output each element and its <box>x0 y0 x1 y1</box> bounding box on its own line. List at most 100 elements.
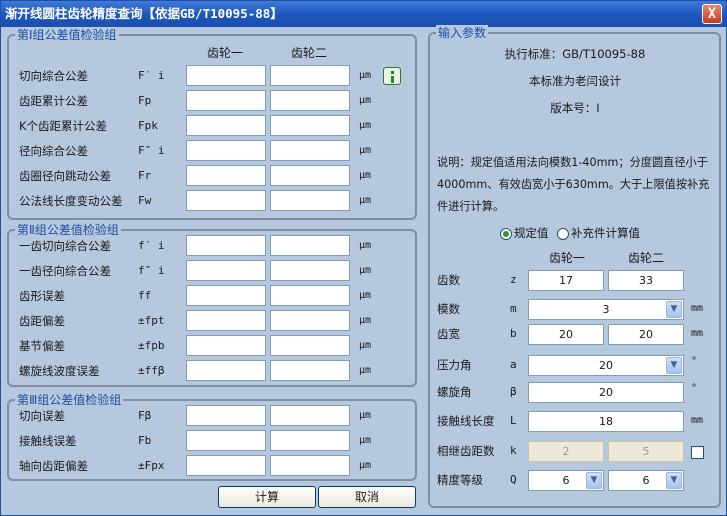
teeth-symbol: z <box>510 273 517 286</box>
row-symbol: ±ffβ <box>138 364 165 377</box>
width-gear2-input[interactable]: 20 <box>608 324 684 345</box>
gear1-value-field[interactable] <box>186 235 266 256</box>
gear1-value-field[interactable] <box>186 165 266 186</box>
chevron-down-icon[interactable]: ▼ <box>666 301 682 318</box>
chevron-down-icon[interactable]: ▼ <box>666 357 682 374</box>
gear2-value-field[interactable] <box>270 455 350 476</box>
radio-spec[interactable] <box>500 228 512 240</box>
gear1-value-field[interactable] <box>186 115 266 136</box>
gear1-value-field[interactable] <box>186 140 266 161</box>
row-label: 切向误差 <box>19 409 65 423</box>
row-label: 切向综合公差 <box>19 69 88 83</box>
width-symbol: b <box>510 327 517 340</box>
row-unit: μm <box>359 365 372 376</box>
gear1-value-field[interactable] <box>186 455 266 476</box>
gear2-value-field[interactable] <box>270 285 350 306</box>
span-gear2-input[interactable]: 5 <box>608 441 684 462</box>
gear1-value-field[interactable] <box>186 310 266 331</box>
row-label: 接触线误差 <box>19 434 77 448</box>
row-unit: μm <box>359 435 372 446</box>
gear2-value-field[interactable] <box>270 165 350 186</box>
grade-gear1-value: 6 <box>562 474 570 487</box>
row-label: 公法线长度变动公差 <box>19 194 123 208</box>
gear2-value-field[interactable] <box>270 235 350 256</box>
row-unit: μm <box>359 290 372 301</box>
chevron-down-icon[interactable]: ▼ <box>586 472 602 489</box>
contact-input[interactable]: 18 <box>528 411 684 432</box>
param-header-gear2: 齿轮二 <box>628 251 665 265</box>
gear2-value-field[interactable] <box>270 190 350 211</box>
row-label: 齿距累计公差 <box>19 94 88 108</box>
row-label: 齿形误差 <box>19 289 65 303</box>
row-symbol: Fb <box>138 434 152 447</box>
row-symbol: ff <box>138 289 152 302</box>
row-symbol: F″ i <box>138 144 165 157</box>
grade-label: 精度等级 <box>437 473 483 487</box>
row-unit: μm <box>359 95 372 106</box>
gear2-value-field[interactable] <box>270 430 350 451</box>
gear1-value-field[interactable] <box>186 65 266 86</box>
cancel-button[interactable]: 取消 <box>318 486 416 508</box>
gear2-value-field[interactable] <box>270 65 350 86</box>
gear2-value-field[interactable] <box>270 115 350 136</box>
info-icon[interactable] <box>383 67 401 85</box>
chevron-down-icon[interactable]: ▼ <box>666 472 682 489</box>
row-unit: μm <box>359 240 372 251</box>
row-unit: μm <box>359 145 372 156</box>
width-gear1-input[interactable]: 20 <box>528 324 604 345</box>
grade-gear1-select[interactable]: 6 ▼ <box>528 470 604 491</box>
param-header-gear1: 齿轮一 <box>549 251 586 265</box>
helix-label: 螺旋角 <box>437 385 472 399</box>
gear2-value-field[interactable] <box>270 90 350 111</box>
gear1-value-field[interactable] <box>186 335 266 356</box>
pressure-select[interactable]: 20 ▼ <box>528 355 684 376</box>
row-symbol: f′ i <box>138 239 165 252</box>
gear2-value-field[interactable] <box>270 310 350 331</box>
title-bar: 渐开线圆柱齿轮精度查询【依据GB/T10095-88】 X <box>1 1 726 27</box>
row-unit: μm <box>359 70 372 81</box>
span-checkbox[interactable] <box>691 446 704 459</box>
gear1-value-field[interactable] <box>186 285 266 306</box>
teeth-gear2-input[interactable]: 33 <box>608 270 684 291</box>
row-unit: μm <box>359 265 372 276</box>
gear2-value-field[interactable] <box>270 405 350 426</box>
row-unit: μm <box>359 195 372 206</box>
module-select[interactable]: 3 ▼ <box>528 299 684 320</box>
header-gear1: 齿轮一 <box>207 46 244 60</box>
grade-gear2-select[interactable]: 6 ▼ <box>608 470 684 491</box>
gear1-value-field[interactable] <box>186 260 266 281</box>
teeth-gear1-input[interactable]: 17 <box>528 270 604 291</box>
contact-unit: mm <box>691 415 704 426</box>
row-symbol: F′ i <box>138 69 165 82</box>
calculate-button[interactable]: 计算 <box>218 486 316 508</box>
app-window: 渐开线圆柱齿轮精度查询【依据GB/T10095-88】 X 第Ⅰ组公差值检验组 … <box>0 0 727 516</box>
gear2-value-field[interactable] <box>270 360 350 381</box>
gear1-value-field[interactable] <box>186 430 266 451</box>
note-text: 说明：规定值适用法向模数1-40mm；分度圆直径小于4000mm、有效齿宽小于6… <box>437 156 710 213</box>
gear1-value-field[interactable] <box>186 405 266 426</box>
radio-spec-label: 规定值 <box>514 226 549 240</box>
gear2-value-field[interactable] <box>270 140 350 161</box>
row-label: 轴向齿距偏差 <box>19 459 88 473</box>
close-button[interactable]: X <box>702 4 722 24</box>
row-symbol: f″ i <box>138 264 165 277</box>
pressure-unit: ° <box>691 356 698 367</box>
row-symbol: ±Fpx <box>138 459 165 472</box>
gear1-value-field[interactable] <box>186 360 266 381</box>
radio-supp[interactable] <box>557 228 569 240</box>
pressure-value: 20 <box>599 359 613 372</box>
gear2-value-field[interactable] <box>270 335 350 356</box>
row-label: 齿圈径向跳动公差 <box>19 169 111 183</box>
gear2-value-field[interactable] <box>270 260 350 281</box>
helix-unit: ° <box>691 383 698 394</box>
helix-input[interactable]: 20 <box>528 382 684 403</box>
row-label: 螺旋线波度误差 <box>19 364 100 378</box>
gear1-value-field[interactable] <box>186 190 266 211</box>
group-1-title: 第Ⅰ组公差值检验组 <box>15 27 119 43</box>
row-symbol: ±fpb <box>138 339 165 352</box>
row-unit: μm <box>359 120 372 131</box>
span-gear1-input[interactable]: 2 <box>528 441 604 462</box>
row-unit: μm <box>359 410 372 421</box>
gear1-value-field[interactable] <box>186 90 266 111</box>
module-value: 3 <box>602 303 610 316</box>
